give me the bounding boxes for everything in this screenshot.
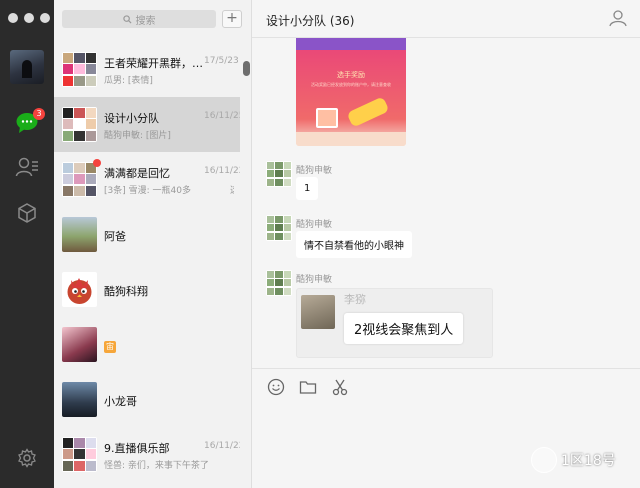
conversation-header: 设计小分队 (36): [252, 0, 640, 38]
quote-author: 李猕: [344, 293, 366, 306]
sender-avatar[interactable]: [266, 215, 292, 241]
sender-name: 酷狗申敏: [296, 275, 333, 285]
folder-icon: [299, 381, 317, 394]
chat-preview: 怪兽: 亲们，来事下午茶了: [104, 461, 209, 471]
contact-avatar: [62, 272, 97, 307]
contact-avatar: [62, 382, 97, 417]
chat-preview: 瓜男: [表情]: [104, 76, 153, 86]
left-rail: 3: [0, 0, 54, 488]
chat-item-wangzhe[interactable]: 王者荣耀开黑群，ku... 17/5/23 瓜男: [表情]: [54, 42, 240, 97]
file-button[interactable]: [298, 377, 318, 397]
search-placeholder: 搜索: [135, 15, 156, 27]
group-avatar: [62, 162, 97, 197]
chat-name: 9.直播俱乐部: [104, 442, 170, 455]
promo-subtitle: 活动奖励已经发放到你的账户中，请注意查收: [311, 82, 391, 87]
watermark-text: 1区18号: [561, 453, 616, 469]
chat-name: 小龙哥: [104, 395, 137, 408]
chat-item-memories[interactable]: 满满都是回忆 16/11/22 [3条] 雪漫: 一瓶40多这: [54, 152, 240, 207]
group-members-icon: [609, 10, 627, 27]
chat-item-live-club[interactable]: 9.直播俱乐部 16/11/22 怪兽: 亲们，来事下午茶了: [54, 427, 240, 482]
contact-avatar: [62, 217, 97, 252]
chat-item-dad[interactable]: 阿爸: [54, 207, 240, 262]
chat-preview: 酷狗申敏: [图片]: [104, 131, 171, 141]
favorites-tab[interactable]: [0, 198, 54, 228]
chat-name: 设计小分队: [104, 112, 159, 125]
cube-icon: [18, 203, 36, 223]
sender-name: 酷狗申敏: [296, 166, 333, 176]
search-icon: [122, 14, 132, 24]
watermark: 1区18号: [531, 447, 616, 473]
group-avatar: [62, 107, 97, 142]
settings-button[interactable]: [0, 443, 54, 473]
scissors-icon: [332, 379, 348, 396]
quote-thumbnail: [301, 295, 335, 329]
telescope-icon: [346, 96, 390, 128]
gift-icon: [316, 108, 338, 128]
quote-text: 2视线会聚焦到人: [344, 313, 464, 344]
conversation-title: 设计小分队 (36): [266, 14, 355, 28]
smiley-icon: [267, 378, 285, 396]
chat-item-unnamed[interactable]: 宙: [54, 317, 240, 372]
unread-badge: 3: [33, 108, 45, 120]
sender-avatar[interactable]: [266, 270, 292, 296]
settings-gear-icon: [18, 448, 36, 468]
sender-avatar[interactable]: [266, 161, 292, 187]
chats-tab[interactable]: 3: [0, 108, 54, 138]
minimize-window-button[interactable]: [24, 13, 34, 23]
list-scrollbar[interactable]: [243, 61, 250, 76]
chat-list-panel: 搜索 + 王者荣耀开黑群，ku... 17/5/23 瓜男: [表情] 设计小分…: [54, 0, 252, 488]
shared-image[interactable]: 选手奖励 活动奖励已经发放到你的账户中，请注意查收: [296, 38, 406, 146]
contacts-tab[interactable]: [0, 152, 54, 182]
chat-item-xiaolong[interactable]: 小龙哥: [54, 372, 240, 427]
watermark-logo-icon: [531, 447, 557, 473]
chat-time: 17/5/23: [204, 56, 239, 66]
window-controls: [8, 13, 50, 23]
chat-item-design-team[interactable]: 设计小分队 16/11/25 酷狗申敏: [图片]: [54, 97, 240, 152]
chat-list: 王者荣耀开黑群，ku... 17/5/23 瓜男: [表情] 设计小分队 16/…: [54, 42, 240, 482]
message-bubble[interactable]: 1: [296, 177, 319, 200]
screenshot-button[interactable]: [330, 377, 350, 397]
chat-preview: [3条] 雪漫: 一瓶40多这: [104, 186, 234, 196]
contacts-icon: [15, 157, 38, 177]
zoom-window-button[interactable]: [40, 13, 50, 23]
sender-name: 酷狗申敏: [296, 220, 333, 230]
chat-name: 王者荣耀开黑群，ku...: [104, 57, 204, 70]
new-chat-button[interactable]: +: [222, 10, 242, 28]
chat-name: 酷狗科翔: [104, 285, 148, 298]
group-avatar: [62, 52, 97, 87]
plus-icon: +: [226, 10, 238, 26]
promo-title: 选手奖励: [337, 71, 365, 79]
my-avatar[interactable]: [10, 50, 44, 84]
message-bubble[interactable]: 情不自禁看他的小眼神: [296, 231, 412, 258]
conversation-pane: 设计小分队 (36) 选手奖励 活动奖励已经发放到你的账户中，请注意查收 酷狗申…: [252, 0, 640, 488]
status-badge: 宙: [104, 341, 116, 353]
unread-dot: [93, 159, 101, 167]
chat-item-kugou-kexiang[interactable]: 酷狗科翔: [54, 262, 240, 317]
chat-time: 16/11/22: [204, 441, 240, 451]
quoted-message-card[interactable]: 李猕 2视线会聚焦到人: [296, 288, 493, 358]
close-window-button[interactable]: [8, 13, 18, 23]
group-avatar: [62, 437, 97, 472]
members-button[interactable]: [608, 9, 628, 30]
chat-time: 16/11/25: [204, 111, 240, 121]
chat-name: 满满都是回忆: [104, 167, 170, 180]
chat-name: 阿爸: [104, 230, 126, 243]
contact-avatar: [62, 327, 97, 362]
emoji-button[interactable]: [266, 377, 286, 397]
chat-time: 16/11/22: [204, 166, 240, 176]
search-input[interactable]: 搜索: [62, 10, 216, 28]
